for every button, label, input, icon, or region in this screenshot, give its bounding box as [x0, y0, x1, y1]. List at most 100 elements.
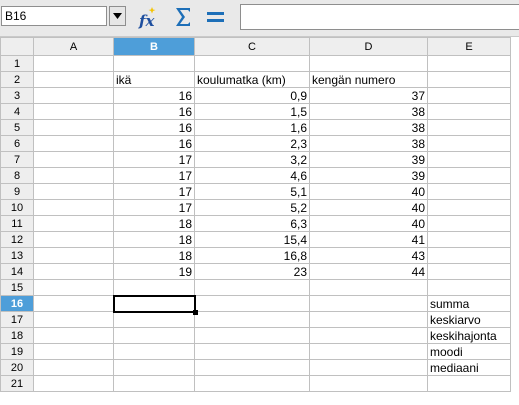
- row-header[interactable]: 4: [0, 103, 34, 120]
- cell-b6[interactable]: 16: [113, 135, 195, 152]
- row-header[interactable]: 18: [0, 327, 34, 344]
- cell-b7[interactable]: 17: [113, 151, 195, 168]
- function-wizard-button[interactable]: fx: [137, 5, 161, 30]
- cell-c16[interactable]: [194, 295, 310, 312]
- row-header[interactable]: 12: [0, 231, 34, 248]
- cell-e19[interactable]: moodi: [427, 343, 511, 360]
- cell-b10[interactable]: 17: [113, 199, 195, 216]
- cell-a13[interactable]: [33, 247, 114, 264]
- row-header[interactable]: 11: [0, 215, 34, 232]
- cell-e18[interactable]: keskihajonta: [427, 327, 511, 344]
- cell-e20[interactable]: mediaani: [427, 359, 511, 376]
- cell-a5[interactable]: [33, 119, 114, 136]
- row-header[interactable]: 14: [0, 263, 34, 280]
- cell-e13[interactable]: [427, 247, 511, 264]
- cell-a12[interactable]: [33, 231, 114, 248]
- cell-c7[interactable]: 3,2: [194, 151, 310, 168]
- cell-d1[interactable]: [309, 55, 428, 72]
- column-header-a[interactable]: A: [33, 37, 114, 56]
- cell-c11[interactable]: 6,3: [194, 215, 310, 232]
- row-header[interactable]: 9: [0, 183, 34, 200]
- cell-d9[interactable]: 40: [309, 183, 428, 200]
- cell-c17[interactable]: [194, 311, 310, 328]
- cell-b17[interactable]: [113, 311, 195, 328]
- row-header[interactable]: 6: [0, 135, 34, 152]
- sum-button[interactable]: [171, 5, 195, 29]
- cell-a2[interactable]: [33, 71, 114, 88]
- cell-d6[interactable]: 38: [309, 135, 428, 152]
- row-header[interactable]: 10: [0, 199, 34, 216]
- cell-a11[interactable]: [33, 215, 114, 232]
- cell-d4[interactable]: 38: [309, 103, 428, 120]
- row-header[interactable]: 1: [0, 55, 34, 72]
- cell-b20[interactable]: [113, 359, 195, 376]
- cell-e2[interactable]: [427, 71, 511, 88]
- column-header-b[interactable]: B: [113, 37, 195, 56]
- cell-c13[interactable]: 16,8: [194, 247, 310, 264]
- row-header[interactable]: 17: [0, 311, 34, 328]
- cell-e10[interactable]: [427, 199, 511, 216]
- cell-a19[interactable]: [33, 343, 114, 360]
- cell-b14[interactable]: 19: [113, 263, 195, 280]
- cell-b21[interactable]: [113, 375, 195, 392]
- cell-d19[interactable]: [309, 343, 428, 360]
- cell-e7[interactable]: [427, 151, 511, 168]
- cell-b18[interactable]: [113, 327, 195, 344]
- cell-b8[interactable]: 17: [113, 167, 195, 184]
- cell-c18[interactable]: [194, 327, 310, 344]
- cell-d2[interactable]: kengän numero: [309, 71, 428, 88]
- cell-c20[interactable]: [194, 359, 310, 376]
- name-box[interactable]: B16: [1, 6, 107, 26]
- cell-d15[interactable]: [309, 279, 428, 296]
- cell-d5[interactable]: 38: [309, 119, 428, 136]
- cell-e5[interactable]: [427, 119, 511, 136]
- cell-a20[interactable]: [33, 359, 114, 376]
- cell-b11[interactable]: 18: [113, 215, 195, 232]
- cell-d17[interactable]: [309, 311, 428, 328]
- cell-a4[interactable]: [33, 103, 114, 120]
- cell-c6[interactable]: 2,3: [194, 135, 310, 152]
- cell-e6[interactable]: [427, 135, 511, 152]
- row-header[interactable]: 7: [0, 151, 34, 168]
- cell-c4[interactable]: 1,5: [194, 103, 310, 120]
- cell-d18[interactable]: [309, 327, 428, 344]
- row-header[interactable]: 16: [0, 295, 34, 312]
- cell-e11[interactable]: [427, 215, 511, 232]
- column-header-e[interactable]: E: [427, 37, 511, 56]
- cell-e1[interactable]: [427, 55, 511, 72]
- fill-handle[interactable]: [192, 309, 198, 315]
- cell-b2[interactable]: ikä: [113, 71, 195, 88]
- cell-d11[interactable]: 40: [309, 215, 428, 232]
- cell-b12[interactable]: 18: [113, 231, 195, 248]
- cell-a21[interactable]: [33, 375, 114, 392]
- cell-e16[interactable]: summa: [427, 295, 511, 312]
- cell-c1[interactable]: [194, 55, 310, 72]
- column-header-c[interactable]: C: [194, 37, 310, 56]
- cell-a7[interactable]: [33, 151, 114, 168]
- cell-e4[interactable]: [427, 103, 511, 120]
- cell-a8[interactable]: [33, 167, 114, 184]
- row-header[interactable]: 13: [0, 247, 34, 264]
- cell-e12[interactable]: [427, 231, 511, 248]
- cell-a6[interactable]: [33, 135, 114, 152]
- cell-b1[interactable]: [113, 55, 195, 72]
- cell-b19[interactable]: [113, 343, 195, 360]
- cell-a1[interactable]: [33, 55, 114, 72]
- name-box-dropdown-button[interactable]: [109, 6, 126, 26]
- row-header[interactable]: 15: [0, 279, 34, 296]
- row-header[interactable]: 21: [0, 375, 34, 392]
- cell-c2[interactable]: koulumatka (km): [194, 71, 310, 88]
- cell-a14[interactable]: [33, 263, 114, 280]
- cell-a10[interactable]: [33, 199, 114, 216]
- formula-button[interactable]: [204, 5, 228, 29]
- cell-b4[interactable]: 16: [113, 103, 195, 120]
- cell-e15[interactable]: [427, 279, 511, 296]
- cell-b5[interactable]: 16: [113, 119, 195, 136]
- cell-d8[interactable]: 39: [309, 167, 428, 184]
- cell-c8[interactable]: 4,6: [194, 167, 310, 184]
- row-header[interactable]: 19: [0, 343, 34, 360]
- cell-c5[interactable]: 1,6: [194, 119, 310, 136]
- cell-e17[interactable]: keskiarvo: [427, 311, 511, 328]
- cell-b16[interactable]: [112, 294, 198, 315]
- cell-c3[interactable]: 0,9: [194, 87, 310, 104]
